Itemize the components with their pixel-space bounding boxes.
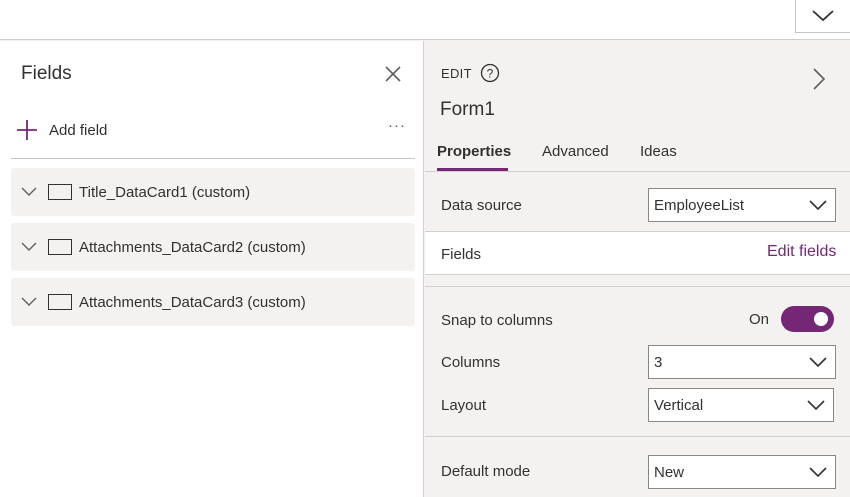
- chevron-down-icon[interactable]: [21, 294, 37, 310]
- data-card-item[interactable]: Attachments_DataCard2 (custom): [11, 223, 415, 271]
- card-icon: [48, 294, 72, 310]
- tab-advanced[interactable]: Advanced: [542, 143, 609, 160]
- data-card-label: Attachments_DataCard2 (custom): [79, 238, 306, 256]
- close-button[interactable]: [382, 63, 404, 85]
- default-mode-label: Default mode: [441, 463, 531, 480]
- toggle-knob: [814, 312, 828, 326]
- more-options-button[interactable]: ···: [388, 117, 406, 134]
- data-source-value: EmployeeList: [654, 196, 745, 214]
- divider: [425, 286, 850, 287]
- data-card-label: Attachments_DataCard3 (custom): [79, 293, 306, 311]
- chevron-down-icon: [807, 400, 825, 411]
- plus-icon: [17, 120, 37, 140]
- svg-text:?: ?: [487, 67, 494, 81]
- layout-value: Vertical: [654, 396, 704, 414]
- top-dropdown-button[interactable]: [795, 0, 850, 33]
- chevron-down-icon[interactable]: [21, 184, 37, 200]
- snap-to-columns-toggle[interactable]: [781, 306, 834, 332]
- layout-dropdown[interactable]: Vertical: [648, 388, 834, 422]
- columns-dropdown[interactable]: 3: [648, 345, 836, 379]
- fields-label: Fields: [441, 246, 482, 263]
- snap-toggle-state: On: [749, 311, 770, 328]
- fields-row: Fields Edit fields: [425, 231, 850, 275]
- help-icon[interactable]: ?: [480, 63, 500, 83]
- chevron-down-icon: [809, 467, 827, 478]
- edit-fields-link[interactable]: Edit fields: [767, 243, 836, 261]
- columns-value: 3: [654, 353, 663, 371]
- divider: [425, 436, 850, 437]
- close-icon: [385, 66, 401, 82]
- chevron-down-icon: [809, 357, 827, 368]
- mode-label: EDIT: [441, 66, 472, 81]
- properties-panel: EDIT ? Form1 Properties Advanced Ideas D…: [425, 41, 850, 497]
- columns-label: Columns: [441, 354, 501, 371]
- card-icon: [48, 239, 72, 255]
- chevron-down-icon[interactable]: [21, 239, 37, 255]
- data-source-label: Data source: [441, 197, 522, 214]
- tab-properties[interactable]: Properties: [437, 143, 511, 160]
- chevron-down-icon: [809, 200, 827, 211]
- card-icon: [48, 184, 72, 200]
- divider: [11, 158, 415, 159]
- add-field-button[interactable]: Add field: [16, 119, 107, 141]
- top-bar: [0, 0, 850, 40]
- data-card-label: Title_DataCard1 (custom): [79, 183, 251, 201]
- tab-ideas[interactable]: Ideas: [640, 143, 677, 160]
- data-card-item[interactable]: Attachments_DataCard3 (custom): [11, 278, 415, 326]
- add-field-label: Add field: [49, 121, 108, 139]
- snap-to-columns-label: Snap to columns: [441, 312, 553, 329]
- default-mode-dropdown[interactable]: New: [648, 455, 836, 489]
- layout-label: Layout: [441, 397, 487, 414]
- control-name: Form1: [440, 99, 495, 120]
- fields-panel: Fields Add field ··· Title_DataCard1 (cu…: [0, 41, 424, 497]
- chevron-down-icon: [812, 10, 834, 22]
- fields-panel-title: Fields: [21, 63, 72, 84]
- data-card-item[interactable]: Title_DataCard1 (custom): [11, 168, 415, 216]
- default-mode-value: New: [654, 463, 685, 481]
- data-source-dropdown[interactable]: EmployeeList: [648, 188, 836, 222]
- divider: [425, 171, 850, 172]
- chevron-right-icon[interactable]: [811, 67, 827, 91]
